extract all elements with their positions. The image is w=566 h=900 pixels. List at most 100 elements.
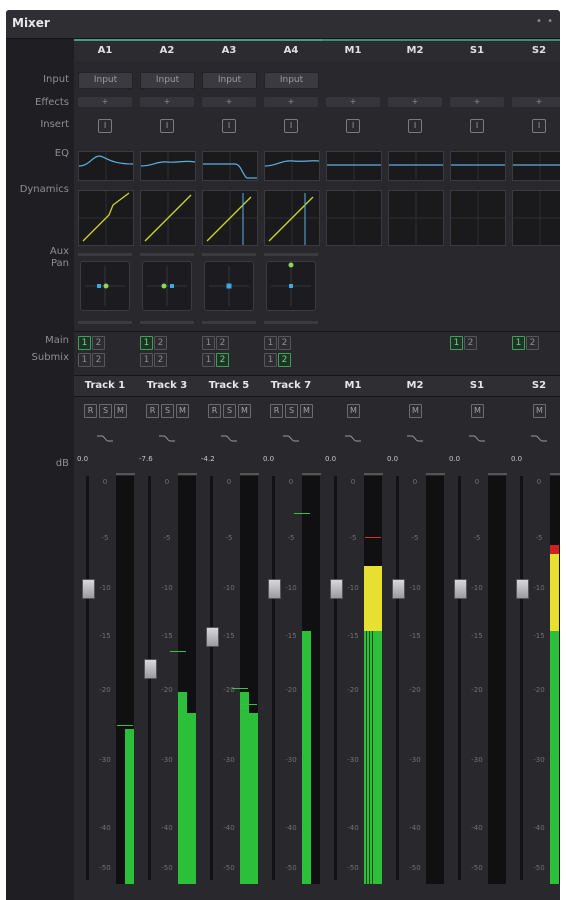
add-effect-button[interactable]: + <box>202 97 256 107</box>
eq-graph[interactable] <box>140 151 196 181</box>
insert-button[interactable]: I <box>284 119 298 133</box>
phase-invert-icon[interactable] <box>530 433 548 443</box>
add-effect-button[interactable]: + <box>450 97 504 107</box>
fader-knob[interactable] <box>454 579 467 599</box>
mute-button[interactable]: M <box>238 404 251 418</box>
main-bus-1-button[interactable]: 1 <box>202 336 215 350</box>
main-bus-1-button[interactable]: 1 <box>78 336 91 350</box>
submix-bus-2-button[interactable]: 2 <box>154 353 167 367</box>
mute-button[interactable]: M <box>533 404 546 418</box>
insert-button[interactable]: I <box>222 119 236 133</box>
input-button[interactable]: Input <box>264 72 319 89</box>
mute-button[interactable]: M <box>300 404 313 418</box>
phase-invert-icon[interactable] <box>220 433 238 443</box>
add-effect-button[interactable]: + <box>388 97 442 107</box>
phase-invert-icon[interactable] <box>158 433 176 443</box>
dynamics-graph[interactable] <box>388 190 444 246</box>
main-bus-1-button[interactable]: 1 <box>512 336 525 350</box>
record-arm-button[interactable]: R <box>84 404 97 418</box>
fader-knob[interactable] <box>330 579 343 599</box>
eq-graph[interactable] <box>326 151 382 181</box>
dynamics-graph[interactable] <box>326 190 382 246</box>
dynamics-graph[interactable] <box>264 190 320 246</box>
main-bus-2-button[interactable]: 2 <box>216 336 229 350</box>
phase-invert-icon[interactable] <box>282 433 300 443</box>
submix-bus-1-button[interactable]: 1 <box>78 353 91 367</box>
submix-bus-1-button[interactable]: 1 <box>202 353 215 367</box>
main-bus-2-button[interactable]: 2 <box>278 336 291 350</box>
track-name[interactable]: M2 <box>384 375 446 397</box>
submix-bus-2-button[interactable]: 2 <box>92 353 105 367</box>
eq-graph[interactable] <box>388 151 444 181</box>
add-effect-button[interactable]: + <box>140 97 194 107</box>
track-name[interactable]: S2 <box>508 375 560 397</box>
track-name[interactable]: Track 7 <box>260 375 322 397</box>
input-button[interactable]: Input <box>202 72 257 89</box>
dynamics-graph[interactable] <box>512 190 560 246</box>
main-bus-2-button[interactable]: 2 <box>464 336 477 350</box>
main-bus-2-button[interactable]: 2 <box>526 336 539 350</box>
fader-knob[interactable] <box>206 627 219 647</box>
fader-knob[interactable] <box>516 579 529 599</box>
track-name[interactable]: Track 3 <box>136 375 198 397</box>
add-effect-button[interactable]: + <box>512 97 560 107</box>
mute-button[interactable]: M <box>176 404 189 418</box>
add-effect-button[interactable]: + <box>78 97 132 107</box>
insert-button[interactable]: I <box>470 119 484 133</box>
mute-button[interactable]: M <box>471 404 484 418</box>
insert-button[interactable]: I <box>532 119 546 133</box>
fader-knob[interactable] <box>268 579 281 599</box>
phase-invert-icon[interactable] <box>468 433 486 443</box>
dynamics-graph[interactable] <box>140 190 196 246</box>
track-name[interactable]: Track 1 <box>74 375 136 397</box>
track-name[interactable]: Track 5 <box>198 375 260 397</box>
phase-invert-icon[interactable] <box>96 433 114 443</box>
eq-graph[interactable] <box>512 151 560 181</box>
track-name[interactable]: S1 <box>446 375 508 397</box>
insert-button[interactable]: I <box>346 119 360 133</box>
solo-button[interactable]: S <box>285 404 298 418</box>
phase-invert-icon[interactable] <box>406 433 424 443</box>
dynamics-graph[interactable] <box>78 190 134 246</box>
input-button[interactable]: Input <box>140 72 195 89</box>
phase-invert-icon[interactable] <box>344 433 362 443</box>
fader-knob[interactable] <box>144 659 157 680</box>
record-arm-button[interactable]: R <box>208 404 221 418</box>
eq-graph[interactable] <box>264 151 320 181</box>
eq-graph[interactable] <box>202 151 258 181</box>
add-effect-button[interactable]: + <box>264 97 318 107</box>
fader-knob[interactable] <box>392 579 405 599</box>
fader-knob[interactable] <box>82 579 95 599</box>
insert-button[interactable]: I <box>98 119 112 133</box>
main-bus-1-button[interactable]: 1 <box>140 336 153 350</box>
add-effect-button[interactable]: + <box>326 97 380 107</box>
eq-graph[interactable] <box>450 151 506 181</box>
record-arm-button[interactable]: R <box>146 404 159 418</box>
submix-bus-1-button[interactable]: 1 <box>140 353 153 367</box>
more-dots-icon[interactable]: • • <box>536 16 554 27</box>
pan-control[interactable] <box>142 261 192 311</box>
solo-button[interactable]: S <box>161 404 174 418</box>
mute-button[interactable]: M <box>114 404 127 418</box>
dynamics-graph[interactable] <box>450 190 506 246</box>
insert-button[interactable]: I <box>408 119 422 133</box>
insert-button[interactable]: I <box>160 119 174 133</box>
pan-control[interactable] <box>204 261 254 311</box>
eq-graph[interactable] <box>78 151 134 181</box>
main-bus-1-button[interactable]: 1 <box>450 336 463 350</box>
solo-button[interactable]: S <box>223 404 236 418</box>
mute-button[interactable]: M <box>409 404 422 418</box>
input-button[interactable]: Input <box>78 72 133 89</box>
mute-button[interactable]: M <box>347 404 360 418</box>
dynamics-graph[interactable] <box>202 190 258 246</box>
solo-button[interactable]: S <box>99 404 112 418</box>
main-bus-2-button[interactable]: 2 <box>154 336 167 350</box>
pan-control[interactable] <box>80 261 130 311</box>
main-bus-1-button[interactable]: 1 <box>264 336 277 350</box>
track-name[interactable]: M1 <box>322 375 384 397</box>
record-arm-button[interactable]: R <box>270 404 283 418</box>
pan-control[interactable] <box>266 261 316 311</box>
submix-bus-2-button[interactable]: 2 <box>216 353 229 367</box>
main-bus-2-button[interactable]: 2 <box>92 336 105 350</box>
submix-bus-1-button[interactable]: 1 <box>264 353 277 367</box>
